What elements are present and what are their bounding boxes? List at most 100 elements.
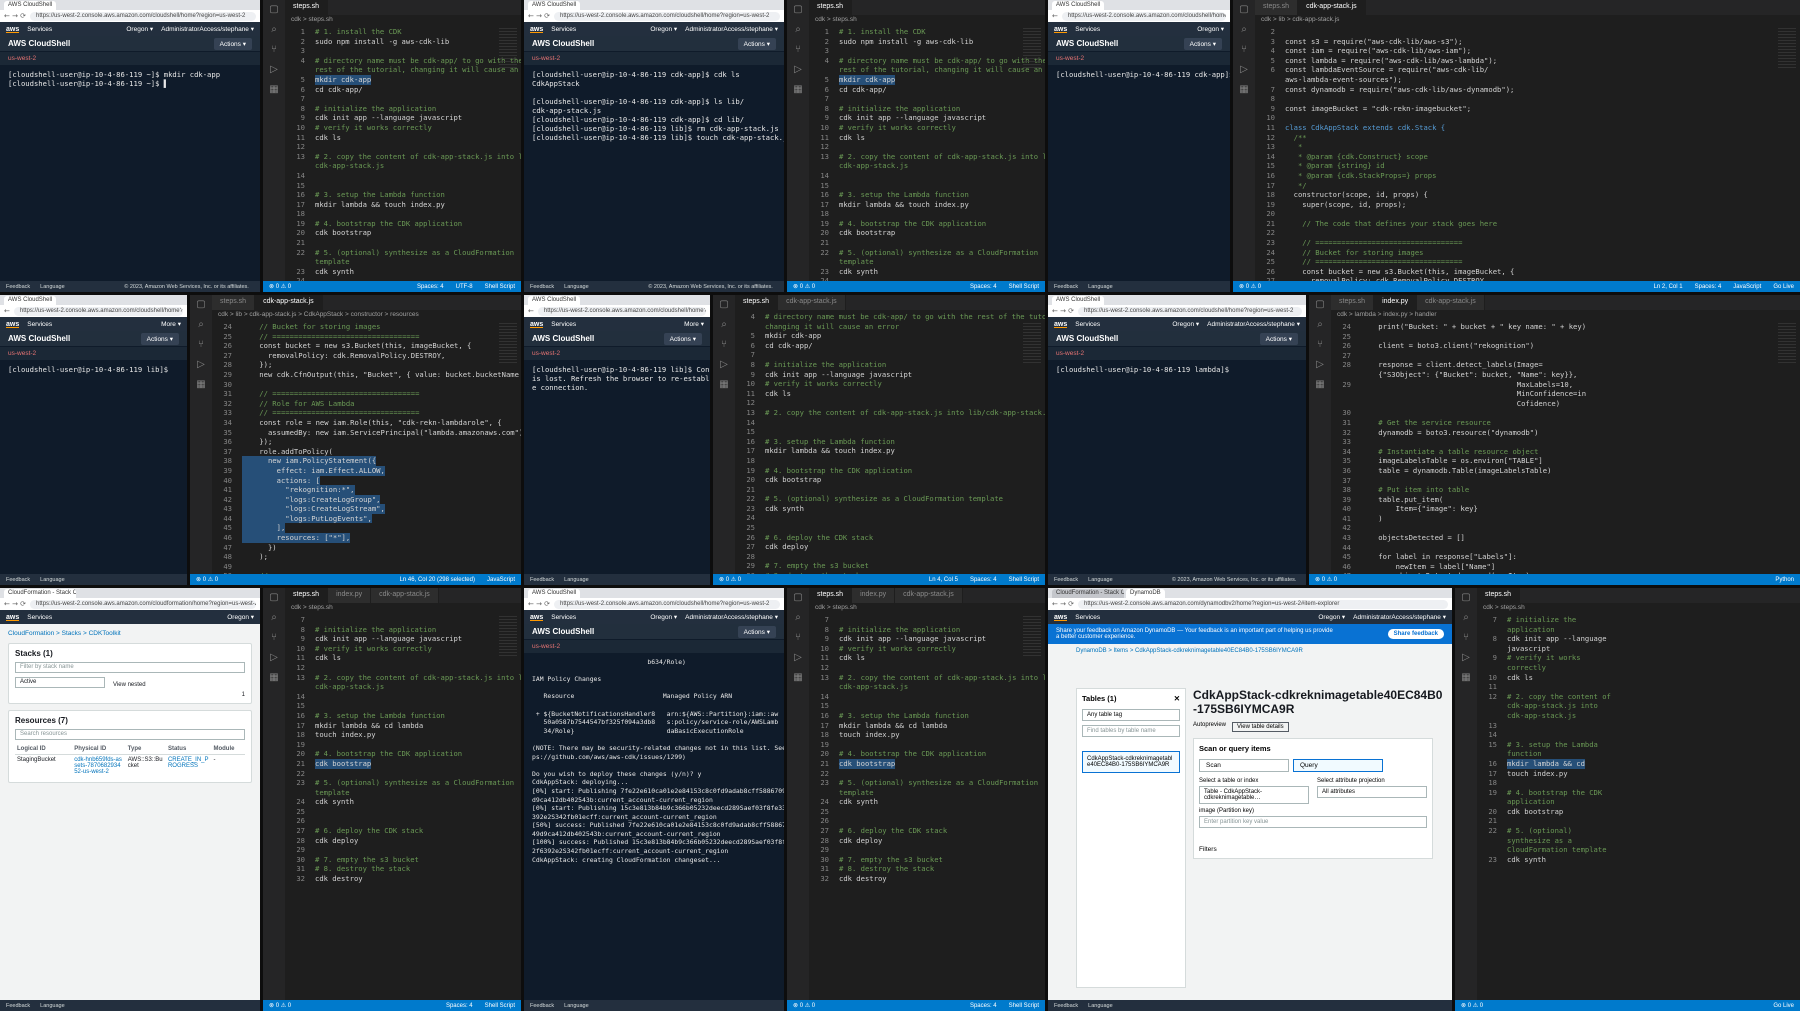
minimap[interactable] <box>499 323 517 363</box>
code-line[interactable]: 8 # initialize the application <box>285 104 521 114</box>
code-line[interactable]: 43 "logs:CreateLogStream", <box>212 504 521 514</box>
minimap[interactable] <box>1023 616 1041 656</box>
terminal-output[interactable]: [cloudshell-user@ip-10-4-86-119 lib]$ <box>0 360 187 379</box>
account-menu[interactable]: AdministratorAccess/stephane ▾ <box>1353 613 1446 621</box>
code-line[interactable]: 5 mkdir cdk-app <box>809 74 1045 85</box>
run-icon[interactable]: ▷ <box>1462 652 1470 663</box>
indent-status[interactable]: Spaces: 4 <box>446 1003 473 1009</box>
code-line[interactable]: 25 // ================================== <box>1255 257 1800 267</box>
code-line[interactable]: 26 # 6. deploy the CDK stack <box>735 533 1045 543</box>
extensions-icon[interactable]: ▦ <box>1461 672 1470 683</box>
scan-radio[interactable]: Scan <box>1199 759 1289 772</box>
code-line[interactable]: 7 # initialize the <box>1477 615 1800 625</box>
code-line[interactable]: 16 # 3. setup the Lambda function <box>809 711 1045 721</box>
services-menu[interactable]: Services <box>551 614 576 621</box>
code-line[interactable]: cdk-app-stack.js into <box>1477 701 1800 711</box>
language-link[interactable]: Language <box>564 577 588 583</box>
language-link[interactable]: Language <box>40 284 64 290</box>
code-line[interactable]: 7 <box>809 94 1045 104</box>
files-icon[interactable]: ▢ <box>1315 299 1324 310</box>
tab-steps[interactable]: steps.sh <box>735 295 779 310</box>
aws-logo[interactable]: aws <box>530 26 544 33</box>
code-line[interactable]: 12 <box>285 142 521 152</box>
code-line[interactable]: 19 super(scope, id, props); <box>1255 200 1800 210</box>
code-line[interactable]: 16 * @param {cdk.StackProps=} props <box>1255 171 1800 181</box>
code-line[interactable]: 30 <box>1331 408 1800 418</box>
code-line[interactable]: 9 cdk init app --language javascript <box>285 634 521 644</box>
language-status[interactable]: Shell Script <box>485 1003 515 1009</box>
code-editor[interactable]: 7 # initialize the application 8 cdk init ap… <box>1477 613 1800 864</box>
code-line[interactable]: 28 cdk deploy <box>285 836 521 846</box>
cell-physical-id-link[interactable]: cdk-hnb659fds-assets-787068293452-us-wes… <box>72 755 126 778</box>
code-line[interactable]: 27 cdk deploy <box>735 542 1045 552</box>
services-menu[interactable]: Services <box>1075 26 1100 33</box>
language-status[interactable]: Shell Script <box>485 284 515 290</box>
extensions-icon[interactable]: ▦ <box>719 379 728 390</box>
language-status[interactable]: Python <box>1775 577 1794 583</box>
code-line[interactable]: 23 cdk synth <box>285 267 521 277</box>
code-line[interactable]: 41 ) <box>1331 514 1800 524</box>
search-icon[interactable]: ⌕ <box>271 612 277 623</box>
problems-count[interactable]: ⊗ 0 ⚠ 0 <box>269 1002 291 1009</box>
code-line[interactable]: 10 # verify it works correctly <box>285 123 521 133</box>
code-line[interactable]: 12 <box>735 398 1045 408</box>
tab-stack[interactable]: cdk-app-stack.js <box>1417 295 1485 310</box>
address-bar[interactable]: https://us-west-2.console.aws.amazon.com… <box>554 599 780 609</box>
code-line[interactable]: 26 const bucket = new s3.Bucket(this, im… <box>212 341 521 351</box>
language-link[interactable]: Language <box>1088 577 1112 583</box>
code-line[interactable]: 14 <box>735 418 1045 428</box>
code-line[interactable]: aws-lambda-event-sources"); <box>1255 75 1800 85</box>
source-control-icon[interactable]: ⑂ <box>271 632 277 643</box>
feedback-link[interactable]: Feedback <box>1054 284 1078 290</box>
run-icon[interactable]: ▷ <box>794 652 802 663</box>
language-status[interactable]: Shell Script <box>1009 577 1039 583</box>
problems-count[interactable]: ⊗ 0 ⚠ 0 <box>1315 576 1337 583</box>
account-menu[interactable]: AdministratorAccess/stephane ▾ <box>685 613 778 621</box>
code-line[interactable]: 13 # 2. copy the content of cdk-app-stack… <box>809 152 1045 162</box>
code-line[interactable]: 46 newItem = label["Name"] <box>1331 562 1800 572</box>
code-line[interactable]: 26 client = boto3.client("rekognition") <box>1331 341 1800 351</box>
code-line[interactable]: 48 ); <box>212 552 521 562</box>
source-control-icon[interactable]: ⑂ <box>271 44 277 55</box>
extensions-icon[interactable]: ▦ <box>269 84 278 95</box>
services-menu[interactable]: Services <box>27 26 52 33</box>
code-line[interactable]: 9 cdk init app --language javascript <box>735 370 1045 380</box>
tab-steps[interactable]: steps.sh <box>1255 0 1299 15</box>
browser-tab[interactable]: AWS CloudShell <box>1052 1 1105 10</box>
status-filter-select[interactable]: Active <box>15 677 105 688</box>
code-line[interactable]: 19 <box>809 740 1045 750</box>
address-bar[interactable]: https://us-west-2.console.aws.amazon.com… <box>537 306 706 316</box>
code-line[interactable]: 14 <box>809 692 1045 702</box>
minimap[interactable] <box>499 28 517 68</box>
code-line[interactable]: 22 # 5. (optional) synthesize as a CloudF… <box>809 248 1045 258</box>
tab-index[interactable]: index.py <box>328 588 372 603</box>
address-bar[interactable]: https://us-west-2.console.aws.amazon.com… <box>554 11 780 21</box>
language-link[interactable]: Language <box>564 1003 588 1009</box>
back-icon[interactable]: ← <box>4 307 10 315</box>
back-icon[interactable]: ← → ⟳ <box>4 600 26 608</box>
code-line[interactable]: 25 <box>735 523 1045 533</box>
code-line[interactable]: 20 <box>1255 209 1800 219</box>
run-icon[interactable]: ▷ <box>270 652 278 663</box>
back-icon[interactable]: ← → ⟳ <box>528 600 550 608</box>
code-line[interactable]: 33 <box>1331 437 1800 447</box>
tab-stack[interactable]: cdk-app-stack.js <box>1298 0 1366 15</box>
code-line[interactable]: 8 # initialize the application <box>809 104 1045 114</box>
tab-steps[interactable]: steps.sh <box>809 588 853 603</box>
code-line[interactable]: function <box>1477 749 1800 759</box>
code-line[interactable]: 11 cdk ls <box>285 653 521 663</box>
language-status[interactable]: JavaScript <box>1733 284 1761 290</box>
code-line[interactable]: template <box>285 257 521 267</box>
browser-tab[interactable]: AWS CloudShell <box>1052 296 1105 305</box>
code-line[interactable]: 10 <box>1255 113 1800 123</box>
feedback-link[interactable]: Feedback <box>1054 577 1078 583</box>
code-line[interactable]: 23 # 5. (optional) synthesize as a CloudF… <box>285 778 521 788</box>
code-line[interactable]: 22 # 5. (optional) synthesize as a CloudF… <box>735 494 1045 504</box>
minimap[interactable] <box>1778 28 1796 68</box>
services-menu[interactable]: Services <box>1075 321 1100 328</box>
close-icon[interactable]: ✕ <box>1174 694 1180 703</box>
indent-status[interactable]: Spaces: 4 <box>970 284 997 290</box>
code-line[interactable]: 20 cdk bootstrap <box>809 228 1045 238</box>
code-line[interactable]: 2 sudo npm install -g aws-cdk-lib <box>285 37 521 47</box>
code-line[interactable]: 17 touch index.py <box>1477 769 1800 779</box>
